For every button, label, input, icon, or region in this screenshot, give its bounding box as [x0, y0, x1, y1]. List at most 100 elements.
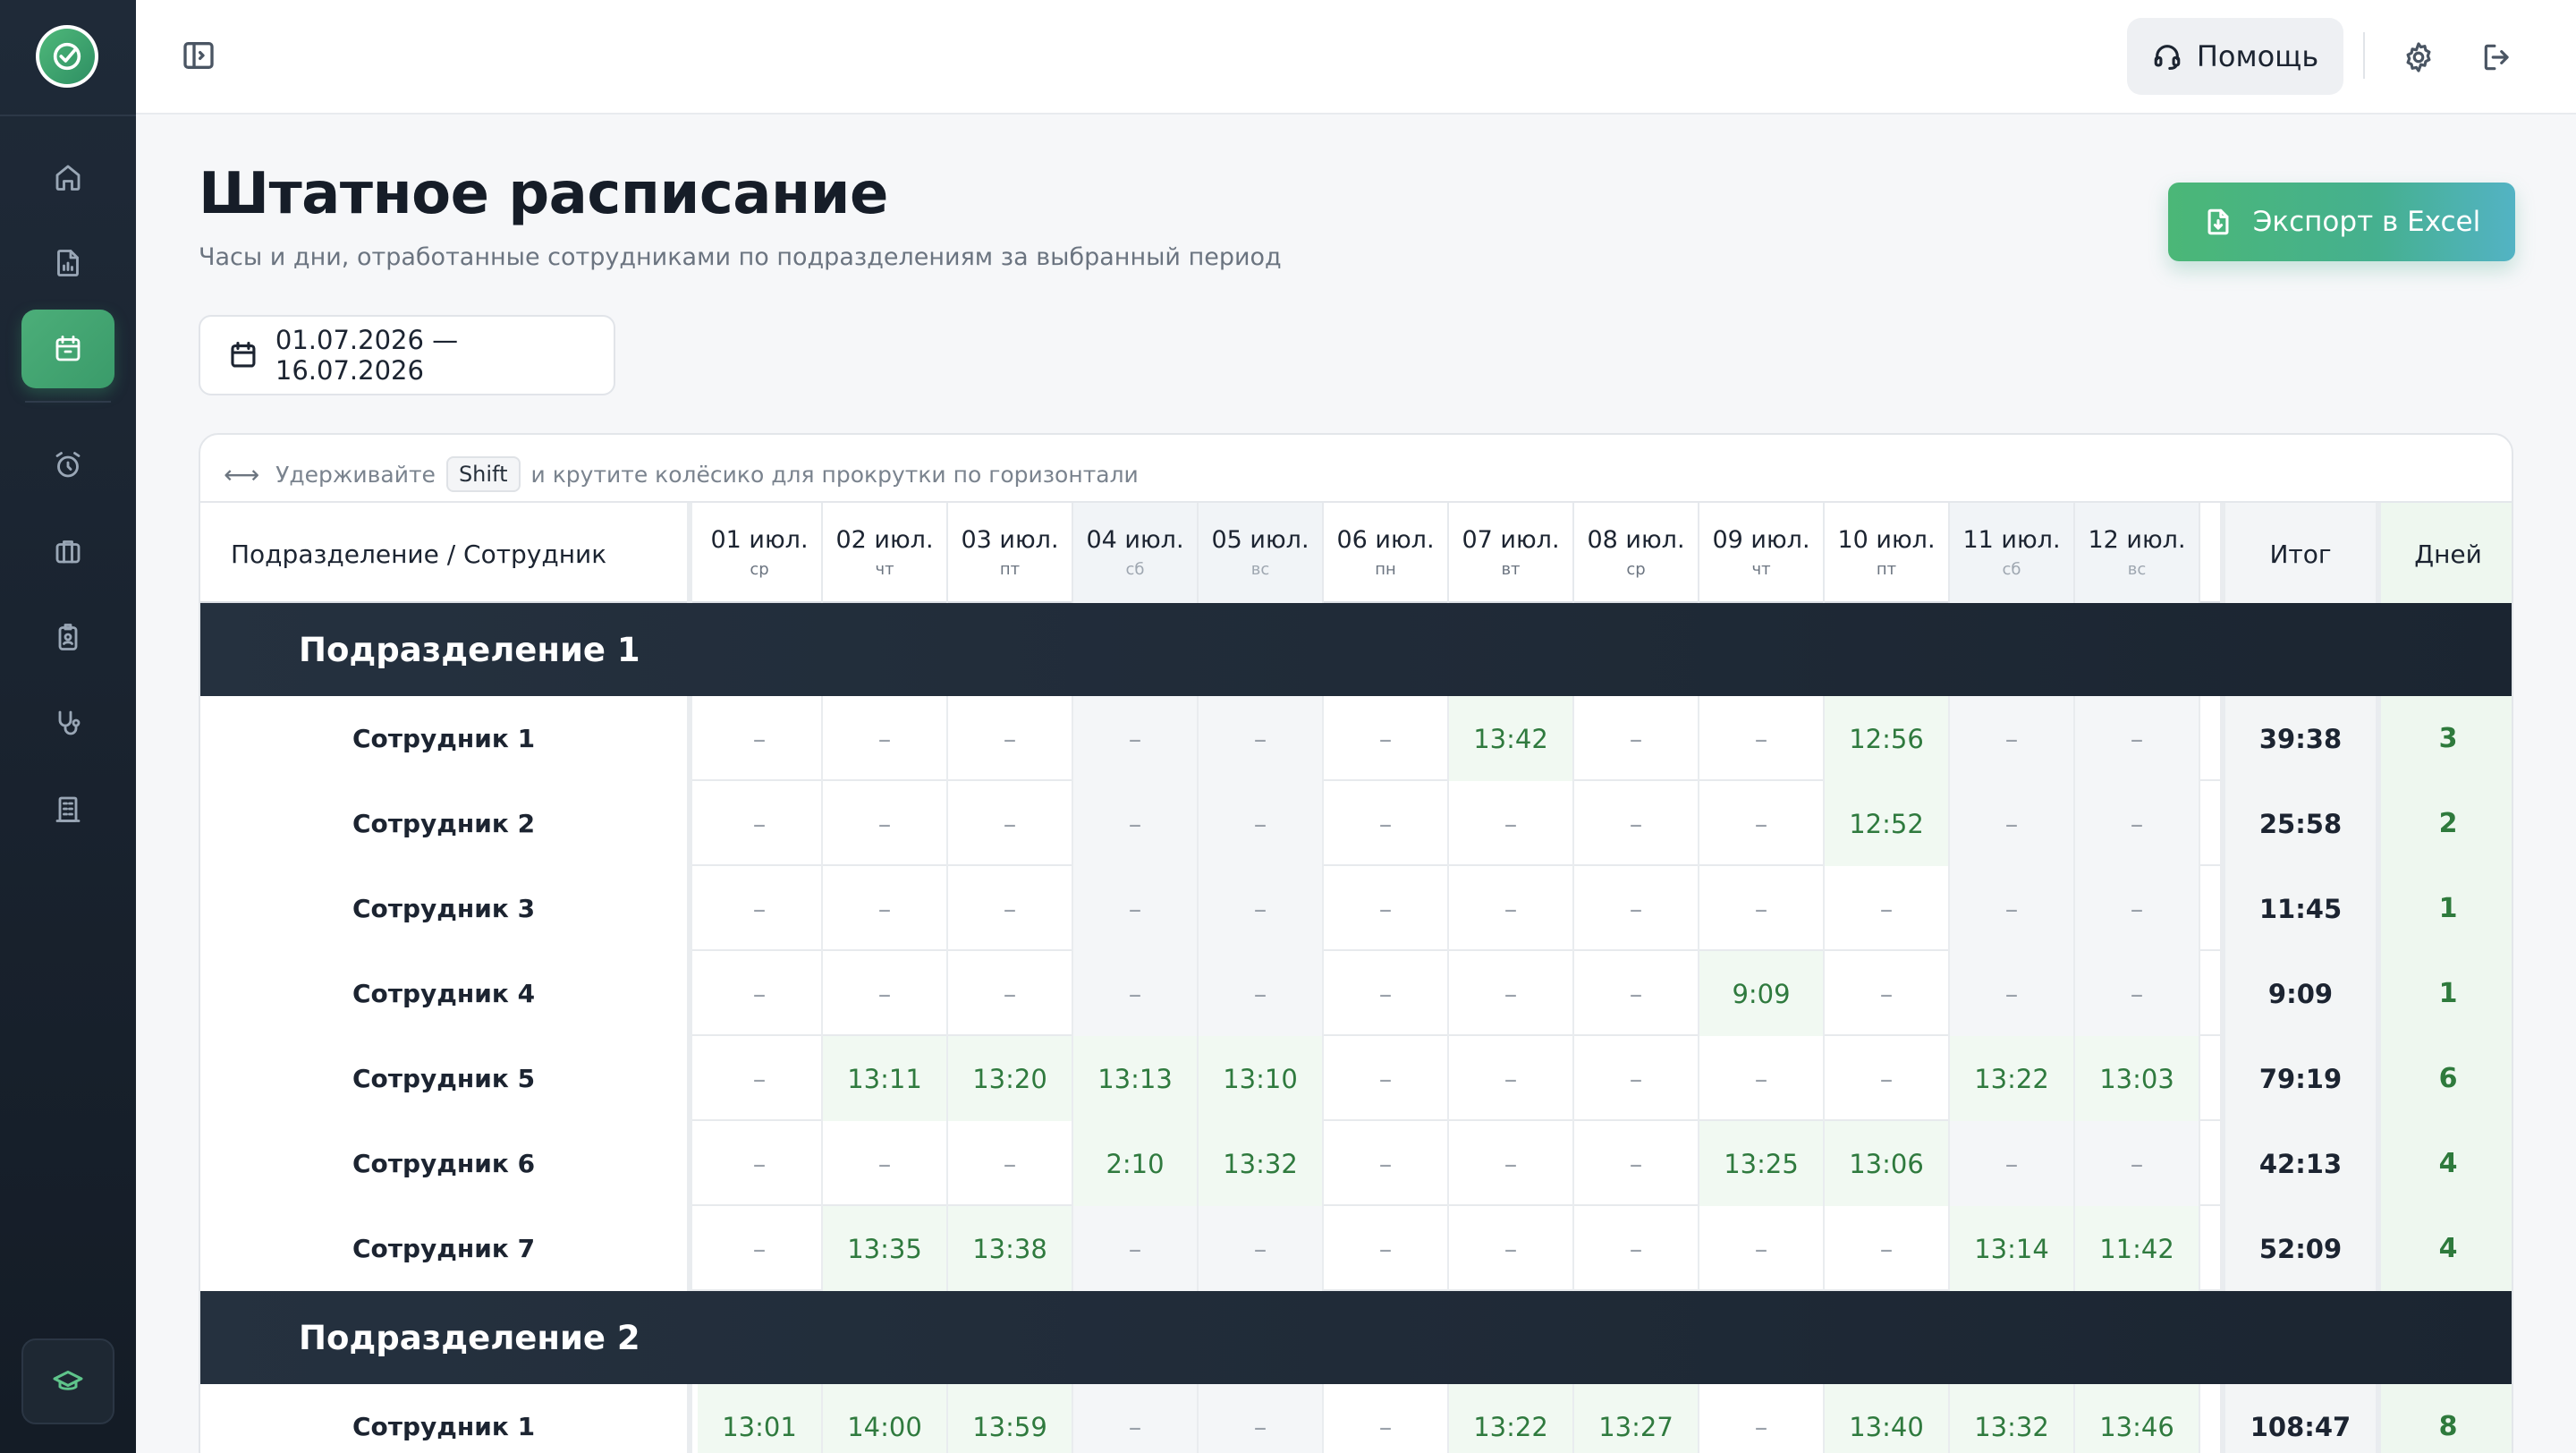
- date-column-header[interactable]: 08 июл. ср: [1574, 503, 1699, 605]
- date-column-header[interactable]: 11 июл. сб: [1950, 503, 2075, 605]
- settings-button[interactable]: [2397, 36, 2440, 79]
- date-column-header[interactable]: 07 июл. вт: [1449, 503, 1574, 605]
- employee-row[interactable]: Сотрудник 5–13:11 13:20 13:13 13:10– – – – –13:…: [200, 1036, 2512, 1121]
- empty-day-cell[interactable]: –: [1324, 1121, 1449, 1206]
- empty-day-cell[interactable]: –: [698, 781, 823, 866]
- name-column-header[interactable]: Подразделение / Сотрудник: [200, 503, 692, 605]
- employee-row[interactable]: Сотрудник 1– – – – – –13:42– –12:56– –39:38 3: [200, 696, 2512, 781]
- empty-day-cell[interactable]: –: [2075, 951, 2200, 1036]
- employee-row[interactable]: Сотрудник 1 13:01 14:00 13:59– – –13:22 13:27–…: [200, 1384, 2512, 1453]
- empty-day-cell[interactable]: –: [1199, 866, 1324, 951]
- empty-day-cell[interactable]: –: [1950, 951, 2075, 1036]
- date-column-header[interactable]: 02 июл. чт: [823, 503, 948, 605]
- empty-day-cell[interactable]: –: [1073, 781, 1199, 866]
- empty-day-cell[interactable]: –: [698, 1206, 823, 1291]
- empty-day-cell[interactable]: –: [1324, 951, 1449, 1036]
- worked-hours-cell[interactable]: 14:00: [823, 1384, 948, 1453]
- empty-day-cell[interactable]: –: [1199, 951, 1324, 1036]
- worked-hours-cell[interactable]: 11:42: [2075, 1206, 2200, 1291]
- empty-day-cell[interactable]: –: [698, 951, 823, 1036]
- date-column-header[interactable]: 09 июл. чт: [1699, 503, 1825, 605]
- empty-day-cell[interactable]: –: [2075, 696, 2200, 781]
- date-column-header[interactable]: 01 июл. ср: [698, 503, 823, 605]
- empty-day-cell[interactable]: –: [1449, 781, 1574, 866]
- empty-day-cell[interactable]: –: [2075, 1121, 2200, 1206]
- date-column-header[interactable]: 03 июл. пт: [948, 503, 1073, 605]
- help-button[interactable]: Помощь: [2127, 18, 2343, 95]
- worked-hours-cell[interactable]: 13:14: [1950, 1206, 2075, 1291]
- export-excel-button[interactable]: Экспорт в Excel: [2168, 183, 2515, 261]
- sidebar-item-home[interactable]: [21, 138, 114, 217]
- empty-day-cell[interactable]: –: [823, 951, 948, 1036]
- empty-day-cell[interactable]: –: [1699, 781, 1825, 866]
- empty-day-cell[interactable]: –: [1825, 866, 1950, 951]
- sidebar-item-badge[interactable]: [21, 598, 114, 676]
- empty-day-cell[interactable]: –: [1449, 1206, 1574, 1291]
- empty-day-cell[interactable]: –: [1950, 781, 2075, 866]
- employee-row[interactable]: Сотрудник 6– – –2:10 13:32– – –13:25 13:06– –42…: [200, 1121, 2512, 1206]
- worked-hours-cell[interactable]: 12:56: [1825, 696, 1950, 781]
- empty-day-cell[interactable]: –: [1574, 781, 1699, 866]
- empty-day-cell[interactable]: –: [1574, 1121, 1699, 1206]
- date-column-header[interactable]: 05 июл. вс: [1199, 503, 1324, 605]
- days-column-header[interactable]: Дней: [2376, 503, 2512, 605]
- empty-day-cell[interactable]: –: [1073, 1206, 1199, 1291]
- worked-hours-cell[interactable]: 13:46: [2075, 1384, 2200, 1453]
- worked-hours-cell[interactable]: 13:06: [1825, 1121, 1950, 1206]
- employee-row[interactable]: Сотрудник 7–13:35 13:38– – – – – – –13:14 11:42 5…: [200, 1206, 2512, 1291]
- empty-day-cell[interactable]: –: [1324, 781, 1449, 866]
- empty-day-cell[interactable]: –: [1699, 866, 1825, 951]
- empty-day-cell[interactable]: –: [1073, 1384, 1199, 1453]
- empty-day-cell[interactable]: –: [1324, 1384, 1449, 1453]
- empty-day-cell[interactable]: –: [1449, 1036, 1574, 1121]
- worked-hours-cell[interactable]: 13:27: [1574, 1384, 1699, 1453]
- empty-day-cell[interactable]: –: [1825, 951, 1950, 1036]
- worked-hours-cell[interactable]: 13:32: [1199, 1121, 1324, 1206]
- worked-hours-cell[interactable]: 13:59: [948, 1384, 1073, 1453]
- empty-day-cell[interactable]: –: [1574, 696, 1699, 781]
- logout-button[interactable]: [2476, 36, 2519, 79]
- worked-hours-cell[interactable]: 13:38: [948, 1206, 1073, 1291]
- empty-day-cell[interactable]: –: [1199, 781, 1324, 866]
- sidebar-learning-button[interactable]: [21, 1338, 114, 1424]
- empty-day-cell[interactable]: –: [698, 696, 823, 781]
- empty-day-cell[interactable]: –: [1699, 696, 1825, 781]
- empty-day-cell[interactable]: –: [948, 781, 1073, 866]
- employee-row[interactable]: Сотрудник 3– – – – – – – – – – – –11:45 1: [200, 866, 2512, 951]
- sidebar-item-organization[interactable]: [21, 769, 114, 848]
- empty-day-cell[interactable]: –: [1950, 866, 2075, 951]
- empty-day-cell[interactable]: –: [1449, 866, 1574, 951]
- empty-day-cell[interactable]: –: [1324, 866, 1449, 951]
- empty-day-cell[interactable]: –: [698, 1036, 823, 1121]
- worked-hours-cell[interactable]: 2:10: [1073, 1121, 1199, 1206]
- empty-day-cell[interactable]: –: [698, 866, 823, 951]
- department-row[interactable]: Подразделение 2: [200, 1291, 2512, 1384]
- empty-day-cell[interactable]: –: [1699, 1036, 1825, 1121]
- empty-day-cell[interactable]: –: [2075, 781, 2200, 866]
- worked-hours-cell[interactable]: 13:03: [2075, 1036, 2200, 1121]
- sidebar-toggle-button[interactable]: [181, 38, 220, 77]
- empty-day-cell[interactable]: –: [1950, 696, 2075, 781]
- worked-hours-cell[interactable]: 13:35: [823, 1206, 948, 1291]
- empty-day-cell[interactable]: –: [1199, 696, 1324, 781]
- employee-row[interactable]: Сотрудник 4– – – – – – – –9:09– – –9:09 1: [200, 951, 2512, 1036]
- worked-hours-cell[interactable]: 13:10: [1199, 1036, 1324, 1121]
- empty-day-cell[interactable]: –: [948, 696, 1073, 781]
- date-range-picker[interactable]: 01.07.2026 — 16.07.2026: [199, 315, 615, 395]
- worked-hours-cell[interactable]: 13:20: [948, 1036, 1073, 1121]
- empty-day-cell[interactable]: –: [948, 1121, 1073, 1206]
- empty-day-cell[interactable]: –: [1574, 1206, 1699, 1291]
- worked-hours-cell[interactable]: 13:01: [698, 1384, 823, 1453]
- empty-day-cell[interactable]: –: [948, 951, 1073, 1036]
- empty-day-cell[interactable]: –: [1574, 866, 1699, 951]
- worked-hours-cell[interactable]: 13:13: [1073, 1036, 1199, 1121]
- sidebar-item-reports[interactable]: [21, 224, 114, 302]
- empty-day-cell[interactable]: –: [698, 1121, 823, 1206]
- empty-day-cell[interactable]: –: [1073, 951, 1199, 1036]
- worked-hours-cell[interactable]: 12:52: [1825, 781, 1950, 866]
- empty-day-cell[interactable]: –: [2075, 866, 2200, 951]
- empty-day-cell[interactable]: –: [1324, 1036, 1449, 1121]
- date-column-header[interactable]: 10 июл. пт: [1825, 503, 1950, 605]
- worked-hours-cell[interactable]: 13:22: [1950, 1036, 2075, 1121]
- empty-day-cell[interactable]: –: [1574, 1036, 1699, 1121]
